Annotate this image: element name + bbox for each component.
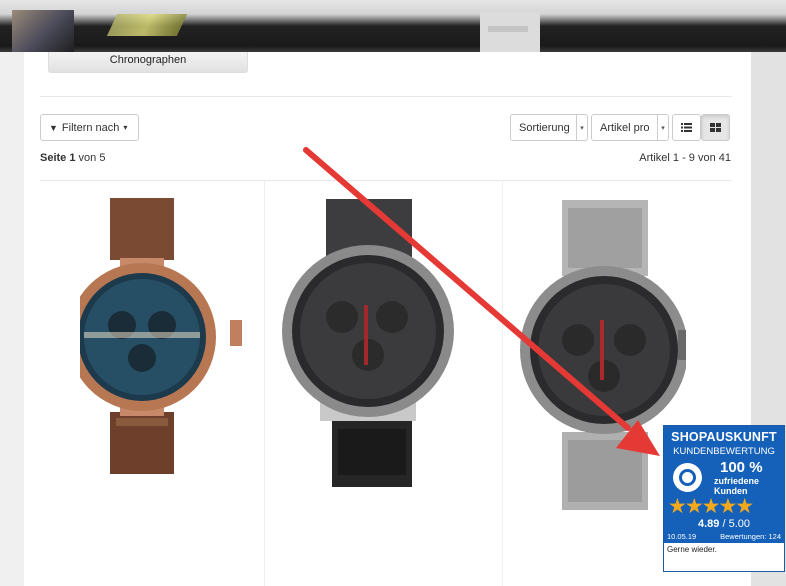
review-count: Bewertungen: 124 [720,532,781,541]
badge-title: SHOPAUSKUNFT [671,430,777,444]
shopauskunft-review-badge[interactable]: SHOPAUSKUNFT KUNDENBEWERTUNG 100 % zufri… [663,425,785,572]
seal-icon [673,463,702,492]
review-date: 10.05.19 [667,532,697,541]
badge-subtitle: KUNDENBEWERTUNG [673,446,775,457]
satisfaction-label: zufriedene Kunden [714,476,760,496]
rating-stars-icon: ★★★★★ [668,495,754,518]
badge-header: SHOPAUSKUNFT KUNDENBEWERTUNG 100 % zufri… [664,426,784,531]
rating-score: 4.89 / 5.00 [698,518,750,530]
review-comment: Gerne wieder. [667,545,717,554]
arrow-shaft [303,147,631,431]
satisfaction-percent: 100 % [720,459,763,476]
badge-meta: 10.05.19 Bewertungen: 124 [664,531,784,543]
